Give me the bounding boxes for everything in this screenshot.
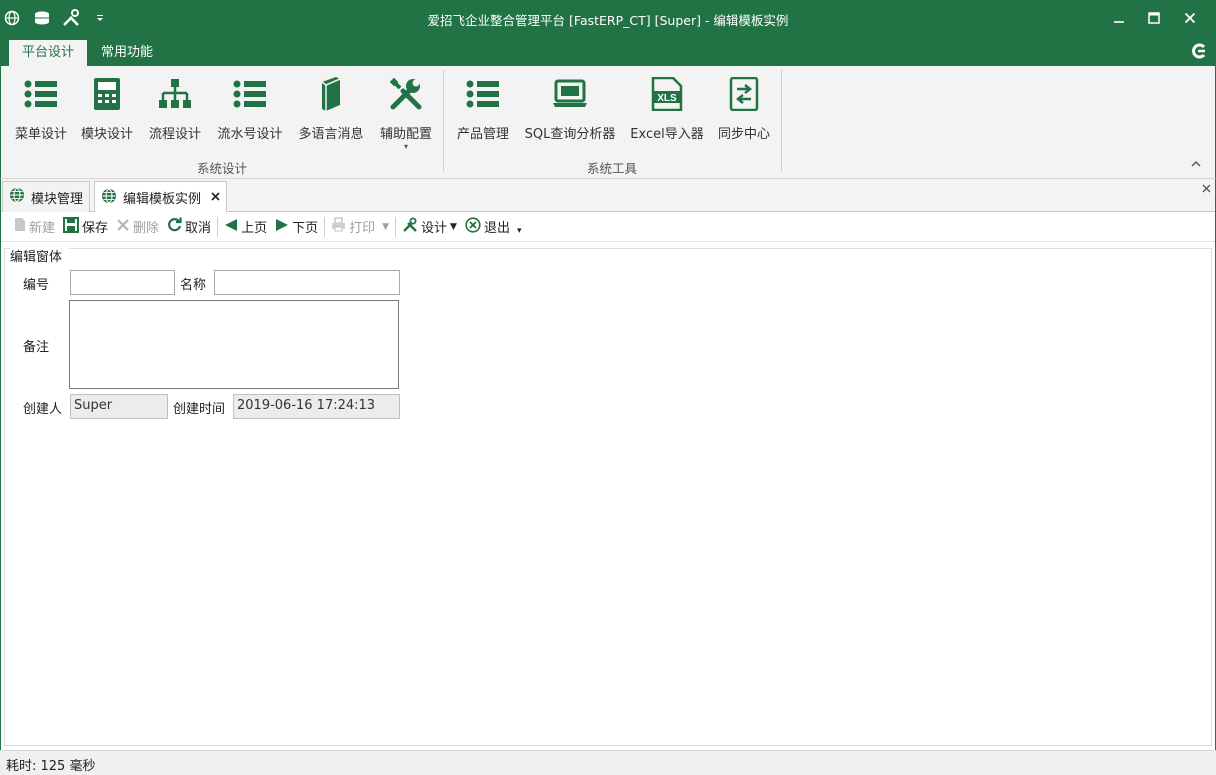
document-tab-strip: 模块管理 编辑模板实例 [0,179,1216,213]
app-logo-icon [1190,42,1210,60]
wrench-icon [402,217,418,237]
sync-icon [713,74,775,114]
delete-icon [116,218,130,236]
cancel-button[interactable]: 取消 [163,215,215,239]
calculator-icon [77,74,137,114]
remark-textarea[interactable] [69,300,399,389]
next-page-button[interactable]: 下页 [271,215,322,239]
code-field[interactable] [70,270,175,295]
ribbon-button-flow-design[interactable]: 流程设计 [144,74,206,154]
code-label: 编号 [23,278,50,293]
form-toolbar: 新建 保存 删除 取消 上页 下页 打印 ▼ 设计 ▼ 退出 ▾ [0,212,1216,242]
triangle-left-icon [224,218,238,236]
creator-label: 创建人 [23,402,63,417]
window-border-left [0,179,1,775]
ribbon-button-serial-design[interactable]: 流水号设计 [212,74,288,154]
ribbon-group-separator [443,70,444,172]
ribbon-button-sql-analyzer[interactable]: SQL查询分析器 [521,74,619,154]
toolbar-separator [217,216,219,237]
xls-icon: XLS [628,74,706,114]
design-button[interactable]: 设计 ▼ [398,215,461,239]
status-bar: 耗时: 125 毫秒 [0,750,1216,775]
chevron-down-icon: ▼ [450,221,457,232]
list-icon [451,74,515,114]
save-icon [63,216,80,237]
window-title: 爱招飞企业整合管理平台 [FastERP_CT] [Super] - 编辑模板实… [427,13,789,28]
ribbon-tab-strip: 平台设计 常用功能 [0,36,1216,67]
new-document-icon [14,217,26,236]
list-icon [212,74,288,114]
created-time-label: 创建时间 [173,402,226,417]
globe-icon [9,187,25,207]
ribbon-group-separator [781,70,782,172]
created-time-field[interactable]: 2019-06-16 17:24:13 [233,394,400,419]
chevron-down-icon: ▼ [382,221,390,232]
doc-tab-label: 模块管理 [31,191,84,207]
title-bar: 爱招飞企业整合管理平台 [FastERP_CT] [Super] - 编辑模板实… [0,0,1216,36]
remark-label: 备注 [23,340,50,355]
close-circle-icon [465,216,481,237]
tab-platform-design[interactable]: 平台设计 [9,40,88,67]
maximize-button[interactable] [1141,8,1167,28]
ribbon-panel: 菜单设计 模块设计 流程设计 流水号设计 多语言消息 辅助配置 ▾ 系统设计 产… [0,66,1216,179]
toolbar-separator [324,216,326,237]
ribbon-group-label-system-design: 系统设计 [197,161,248,176]
ribbon-button-multilang-message[interactable]: 多语言消息 [294,74,368,154]
ribbon-button-excel-importer[interactable]: XLS Excel导入器 [628,74,706,154]
wrench-icon [374,74,438,114]
tab-common-functions[interactable]: 常用功能 [88,40,166,67]
printer-icon [331,217,346,236]
doc-tab-label: 编辑模板实例 [123,192,202,207]
collapse-ribbon-icon[interactable] [1191,158,1201,171]
globe-icon [101,188,117,208]
doc-tab-edit-template-instance[interactable]: 编辑模板实例 [94,181,228,213]
dropdown-arrow-icon: ▾ [403,142,408,151]
laptop-icon [521,74,619,114]
ribbon-button-product-management[interactable]: 产品管理 [451,74,515,154]
creator-field[interactable]: Super [70,394,168,419]
delete-button[interactable]: 删除 [112,215,163,239]
ribbon-group-label-system-tools: 系统工具 [587,161,638,176]
book-icon [294,74,368,114]
overflow-chevron-icon[interactable]: ▾ [517,226,522,236]
refresh-icon [167,217,182,236]
ribbon-button-module-design[interactable]: 模块设计 [77,74,137,154]
sitemap-icon [144,74,206,114]
new-button[interactable]: 新建 [10,215,59,239]
svg-text:XLS: XLS [657,93,677,104]
exit-button[interactable]: 退出 ▾ [461,215,526,239]
triangle-right-icon [275,218,289,236]
name-label: 名称 [180,278,207,293]
ribbon-button-sync-center[interactable]: 同步中心 [713,74,775,154]
doc-tab-module-management[interactable]: 模块管理 [2,181,91,212]
close-all-tabs-icon[interactable] [1202,182,1211,197]
list-icon [9,74,73,114]
form-legend: 编辑窗体 [10,246,65,265]
toolbar-separator [395,216,397,237]
ribbon-button-aux-config[interactable]: 辅助配置 ▾ [374,74,438,154]
close-tab-icon[interactable] [211,190,220,205]
prev-page-button[interactable]: 上页 [220,215,271,239]
ribbon-button-menu-design[interactable]: 菜单设计 [9,74,73,154]
name-field[interactable] [214,270,400,295]
print-button[interactable]: 打印 ▼ [327,215,393,239]
close-button[interactable] [1177,8,1203,28]
minimize-button[interactable] [1106,8,1132,28]
save-button[interactable]: 保存 [59,215,112,239]
elapsed-time-text: 耗时: 125 毫秒 [6,759,96,774]
